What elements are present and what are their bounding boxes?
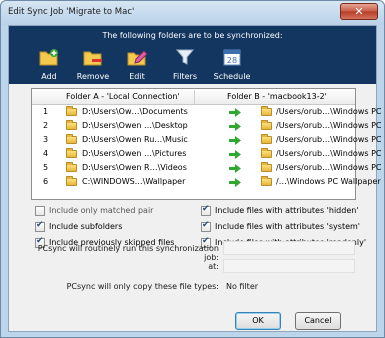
folder-icon bbox=[261, 120, 272, 130]
column-header-folder-a[interactable]: Folder A - 'Local Connection' bbox=[66, 92, 180, 101]
system-label: Include files with attributes 'system' bbox=[215, 222, 360, 231]
folder-icon bbox=[261, 176, 272, 186]
sync-arrow-icon bbox=[229, 150, 241, 159]
at-time-field[interactable] bbox=[223, 259, 355, 273]
hidden-label: Include files with attributes 'hidden' bbox=[215, 206, 359, 215]
sync-arrow-icon bbox=[229, 136, 241, 145]
grid-header: Folder A - 'Local Connection' Folder B -… bbox=[32, 89, 355, 105]
table-row[interactable]: 5 D:\Users\Owen R…\Videos/Users/orub…\Win… bbox=[32, 162, 381, 175]
edit-label: Edit bbox=[129, 72, 145, 81]
schedule-label: Schedule bbox=[213, 72, 251, 81]
edit-pencil-icon bbox=[127, 50, 147, 66]
dialog-window: Edit Sync Job 'Migrate to Mac' ✕ The fol… bbox=[0, 0, 385, 338]
table-row[interactable]: 6 C:\WINDOWS…\Wallpaper /…\Windows PC Wall… bbox=[32, 176, 381, 189]
banner-heading: The following folders are to be synchron… bbox=[102, 31, 283, 40]
folder-b-path: /Users/orub…\Windows PC bbox=[276, 135, 382, 144]
row-number: 6 bbox=[43, 177, 49, 186]
add-button[interactable]: Add bbox=[27, 46, 71, 84]
sync-arrow-icon bbox=[229, 122, 241, 131]
folder-icon bbox=[66, 176, 77, 186]
remove-button[interactable]: Remove bbox=[71, 46, 115, 84]
title-bar[interactable]: Edit Sync Job 'Migrate to Mac' ✕ bbox=[1, 1, 384, 25]
schedule-field[interactable] bbox=[223, 241, 355, 255]
ok-button[interactable]: OK bbox=[235, 312, 281, 330]
folder-a-path: D:\Users\Ow…\Documents bbox=[82, 107, 188, 116]
cancel-button[interactable]: Cancel bbox=[295, 312, 341, 330]
sync-arrow-icon bbox=[229, 178, 241, 187]
window-title: Edit Sync Job 'Migrate to Mac' bbox=[8, 7, 135, 17]
column-divider[interactable] bbox=[194, 90, 195, 104]
remove-folder-icon bbox=[83, 51, 102, 66]
table-row[interactable]: 3 D:\Users\Owen Ru…\Music/Users/orub…\Win… bbox=[32, 134, 381, 147]
at-label: at: bbox=[208, 262, 219, 271]
row-number: 4 bbox=[43, 149, 49, 158]
table-row[interactable]: 1 D:\Users\Ow…\Documents/Users/orub…\Wind… bbox=[32, 106, 381, 119]
subfolders-label: Include subfolders bbox=[49, 222, 123, 231]
table-row[interactable]: 2 D:\Users\Owen …\Desktop/Users/orub…\Win… bbox=[32, 120, 381, 133]
file-types-label: PCsync will only copy these file types: bbox=[66, 282, 219, 291]
hidden-checkbox[interactable] bbox=[201, 204, 211, 216]
row-number: 3 bbox=[43, 135, 49, 144]
toolbar: Add Remove Edit Filters 28 Schedule bbox=[9, 46, 376, 84]
folder-icon bbox=[66, 162, 77, 172]
schedule-button[interactable]: 28 Schedule bbox=[207, 46, 257, 84]
folder-b-path: /Users/orub…\Windows PC bbox=[276, 163, 382, 172]
row-number: 5 bbox=[43, 163, 49, 172]
folder-a-path: D:\Users\Owen Ru…\Music bbox=[82, 135, 188, 144]
folder-b-path: /Users/orub…\Windows PC bbox=[276, 107, 382, 116]
folder-icon bbox=[66, 120, 77, 130]
calendar-icon: 28 bbox=[223, 49, 241, 66]
folder-a-path: C:\WINDOWS…\Wallpaper bbox=[82, 177, 186, 186]
close-button[interactable]: ✕ bbox=[340, 3, 378, 20]
folder-icon bbox=[66, 106, 77, 116]
folder-icon bbox=[66, 134, 77, 144]
filters-button[interactable]: Filters bbox=[163, 46, 207, 84]
folder-a-path: D:\Users\Owen …\Pictures bbox=[82, 149, 187, 158]
header-banner: The following folders are to be synchron… bbox=[9, 26, 376, 84]
filter-funnel-icon bbox=[175, 49, 195, 65]
sync-arrow-icon bbox=[229, 164, 241, 173]
matched-pair-checkbox[interactable] bbox=[35, 206, 45, 216]
system-checkbox[interactable] bbox=[201, 220, 211, 232]
table-row[interactable]: 4 D:\Users\Owen …\Pictures/Users/orub…\Wi… bbox=[32, 148, 381, 161]
row-number: 1 bbox=[43, 107, 49, 116]
matched-pair-label: Include only matched pair bbox=[49, 206, 154, 215]
folder-icon bbox=[66, 148, 77, 158]
folder-icon bbox=[261, 148, 272, 158]
folder-a-path: D:\Users\Owen R…\Videos bbox=[82, 163, 187, 172]
dialog-client: The following folders are to be synchron… bbox=[8, 25, 381, 332]
add-folder-icon bbox=[39, 49, 58, 66]
folder-icon bbox=[261, 106, 272, 116]
remove-label: Remove bbox=[76, 72, 110, 81]
calendar-badge: 28 bbox=[227, 56, 237, 65]
folder-b-path: /Users/orub…\Windows PC bbox=[276, 121, 382, 130]
folder-icon bbox=[261, 134, 272, 144]
folder-a-path: D:\Users\Owen …\Desktop bbox=[82, 121, 188, 130]
folder-b-path: /…\Windows PC Wallpaper bbox=[276, 177, 381, 186]
folder-pairs-grid[interactable]: Folder A - 'Local Connection' Folder B -… bbox=[31, 88, 381, 200]
folder-b-path: /Users/orub…\Windows PC bbox=[276, 149, 382, 158]
filters-label: Filters bbox=[173, 72, 197, 81]
folder-icon bbox=[261, 162, 272, 172]
sync-arrow-icon bbox=[229, 108, 241, 117]
run-schedule-label: PCsync will routinely run this synchroni… bbox=[37, 244, 219, 262]
close-icon: ✕ bbox=[354, 5, 364, 18]
column-header-folder-b[interactable]: Folder B - 'macbook13-2' bbox=[227, 92, 327, 101]
file-types-value: No filter bbox=[226, 282, 259, 291]
subfolders-checkbox[interactable] bbox=[35, 220, 45, 232]
add-label: Add bbox=[41, 72, 57, 81]
edit-button[interactable]: Edit bbox=[115, 46, 159, 84]
row-number: 2 bbox=[43, 121, 49, 130]
